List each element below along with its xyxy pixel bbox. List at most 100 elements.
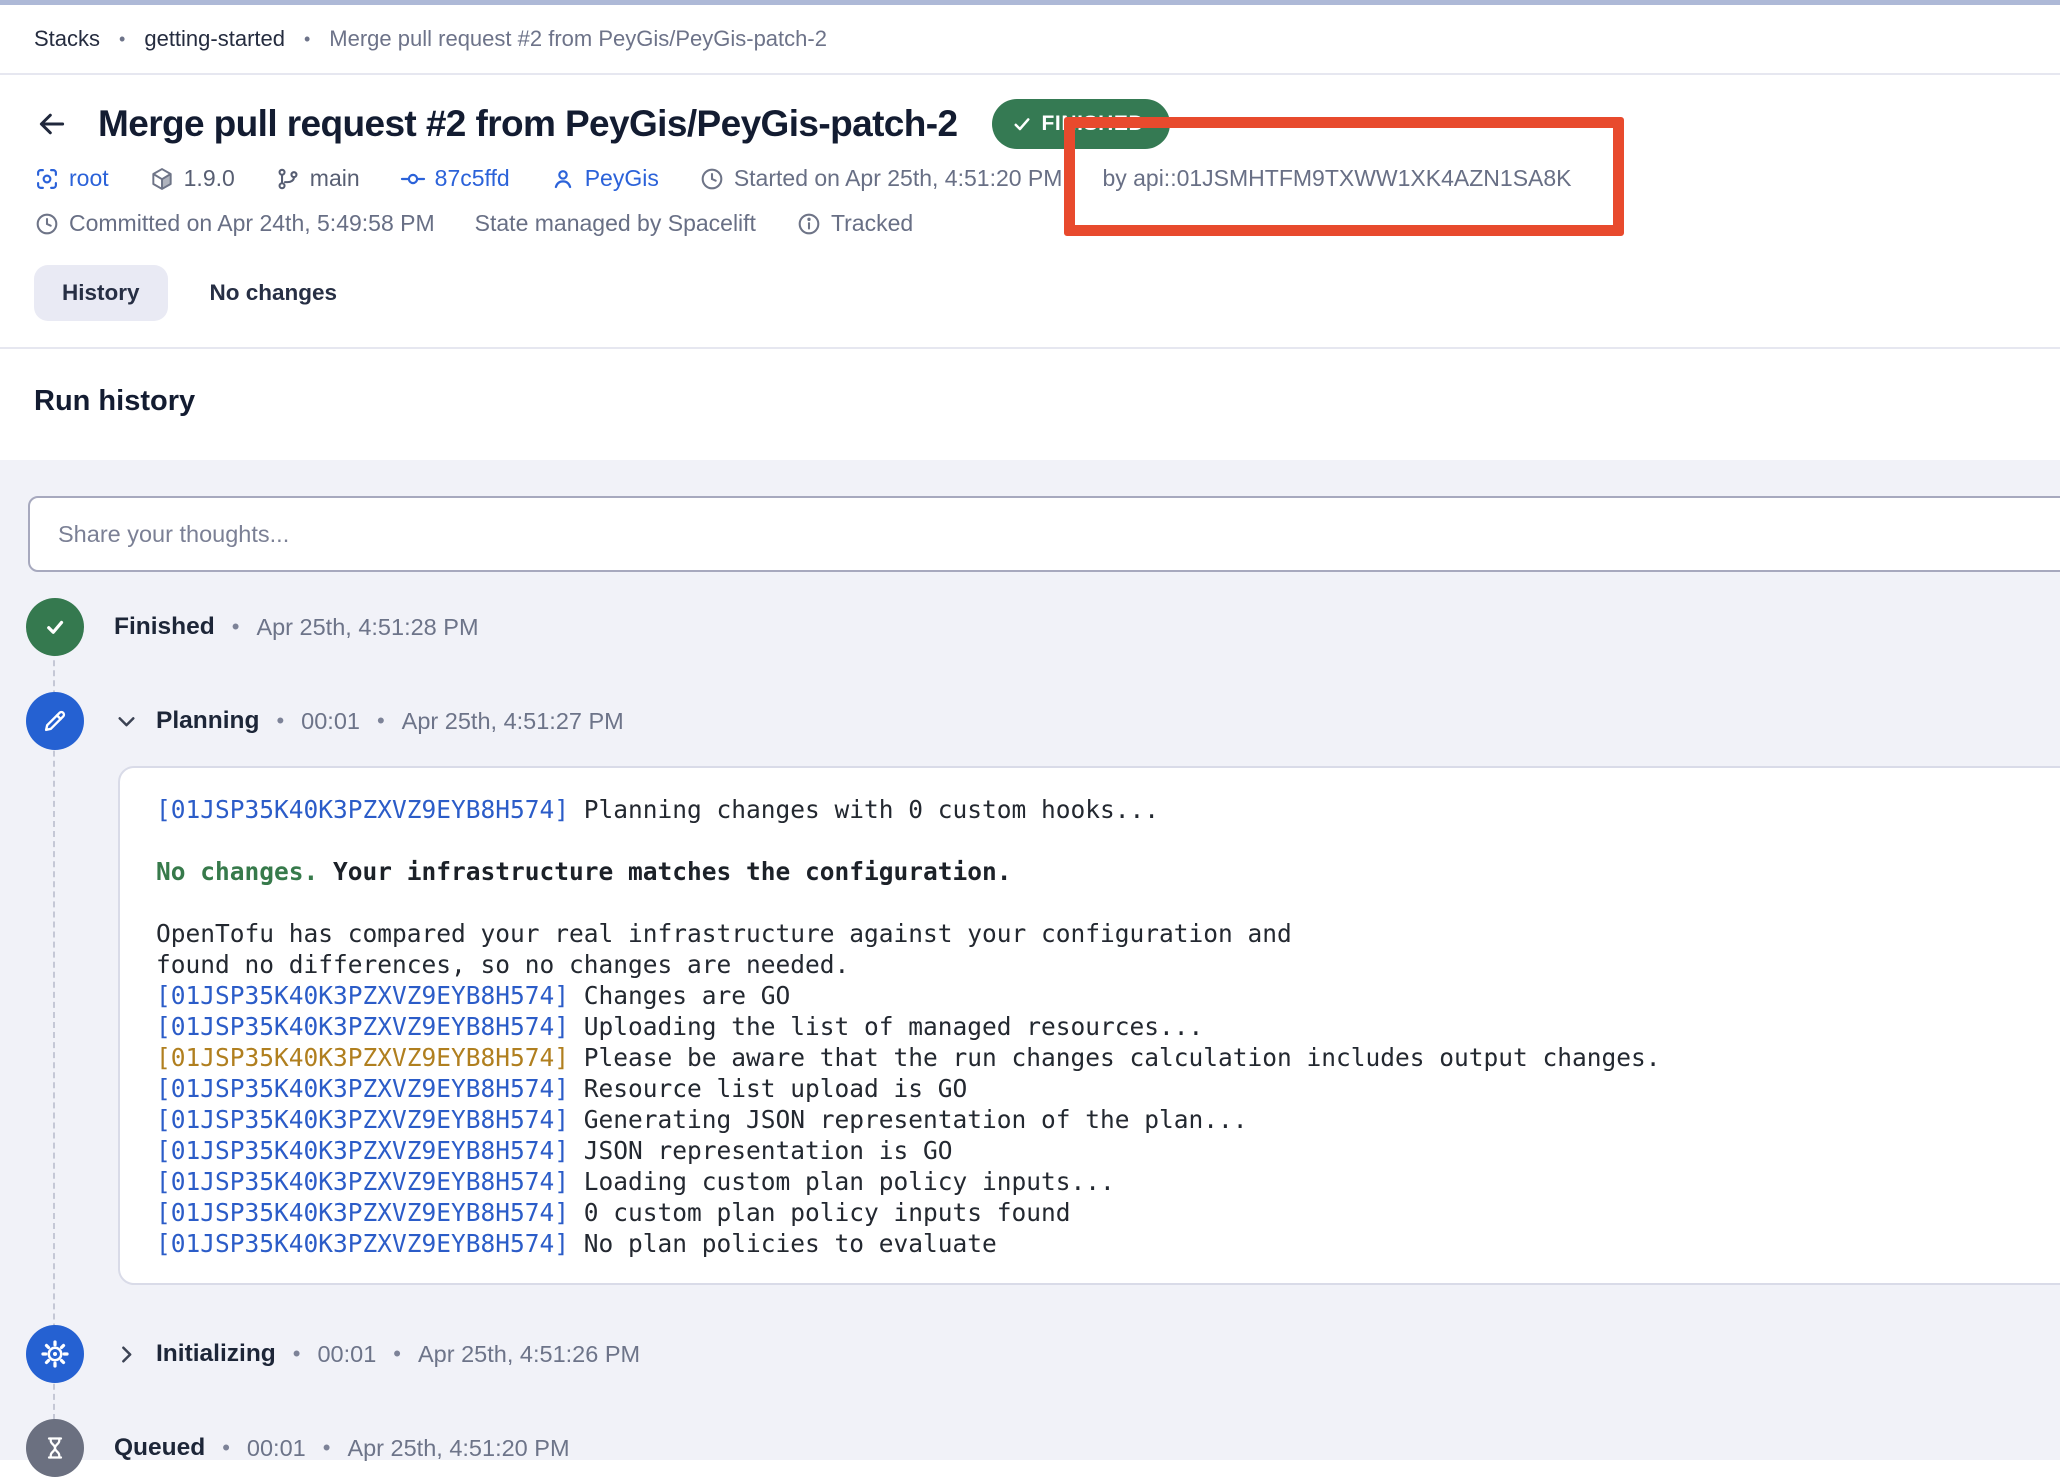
- author-link[interactable]: PeyGis: [550, 165, 659, 192]
- status-badge: FINISHED: [992, 99, 1171, 149]
- comment-input[interactable]: [28, 496, 2060, 572]
- run-header: Merge pull request #2 from PeyGis/PeyGis…: [0, 75, 2060, 349]
- breadcrumb-current-run: Merge pull request #2 from PeyGis/PeyGis…: [329, 26, 827, 52]
- log-line-prefix: No changes.: [156, 857, 318, 886]
- log-line-text: Generating JSON representation of the pl…: [569, 1105, 1248, 1134]
- timeline-row-planning: Planning 00:01 Apr 25th, 4:51:27 PM: [0, 692, 2060, 750]
- log-line-prefix: [01JSP35K40K3PZXVZ9EYB8H574]: [156, 1167, 569, 1196]
- log-line: OpenTofu has compared your real infrastr…: [156, 918, 2060, 949]
- timeline-timestamp: Apr 25th, 4:51:26 PM: [418, 1341, 640, 1368]
- breadcrumb-separator: •: [304, 29, 310, 50]
- chevron-right-icon[interactable]: [114, 1342, 139, 1367]
- commit-icon: [400, 166, 426, 192]
- log-line: [01JSP35K40K3PZXVZ9EYB8H574] Resource li…: [156, 1073, 2060, 1104]
- breadcrumb-separator: •: [119, 29, 125, 50]
- log-line-text: Please be aware that the run changes cal…: [569, 1043, 1661, 1072]
- breadcrumb-stack-name[interactable]: getting-started: [144, 26, 285, 52]
- version-badge: 1.9.0: [149, 165, 235, 192]
- breadcrumb-stacks[interactable]: Stacks: [34, 26, 100, 52]
- branch-label: main: [310, 165, 360, 192]
- queued-hourglass-icon: [26, 1419, 84, 1477]
- timeline-duration: 00:01: [317, 1341, 376, 1368]
- log-line: [01JSP35K40K3PZXVZ9EYB8H574] Uploading t…: [156, 1011, 2060, 1042]
- tab-no-changes[interactable]: No changes: [210, 280, 338, 306]
- timeline-timestamp: Apr 25th, 4:51:27 PM: [402, 708, 624, 735]
- branch-icon: [275, 166, 301, 192]
- log-line-text: No plan policies to evaluate: [569, 1229, 997, 1258]
- state-managed: State managed by Spacelift: [475, 210, 756, 237]
- log-line-text: Loading custom plan policy inputs...: [569, 1167, 1115, 1196]
- check-icon: [1012, 114, 1032, 134]
- run-type: Tracked: [796, 210, 913, 237]
- log-line-text: OpenTofu has compared your real infrastr…: [156, 919, 1292, 948]
- run-history-heading: Run history: [34, 385, 2026, 418]
- started-at: Started on Apr 25th, 4:51:20 PM: [699, 165, 1063, 192]
- state-managed-label: State managed by Spacelift: [475, 210, 756, 237]
- initializing-gear-icon: [26, 1325, 84, 1383]
- initializing-row-head[interactable]: Initializing 00:01 Apr 25th, 4:51:26 PM: [114, 1340, 640, 1368]
- log-line: [01JSP35K40K3PZXVZ9EYB8H574] JSON repres…: [156, 1135, 2060, 1166]
- log-line-text: JSON representation is GO: [569, 1136, 953, 1165]
- log-line-text: Planning changes with 0 custom hooks...: [569, 795, 1159, 824]
- log-line-prefix: [01JSP35K40K3PZXVZ9EYB8H574]: [156, 795, 569, 824]
- timeline-timestamp: Apr 25th, 4:51:28 PM: [256, 614, 478, 641]
- info-icon: [796, 211, 822, 237]
- committed-at-label: Committed on Apr 24th, 5:49:58 PM: [69, 210, 435, 237]
- planning-row-head[interactable]: Planning 00:01 Apr 25th, 4:51:27 PM: [114, 707, 624, 735]
- user-icon: [550, 166, 576, 192]
- separator-dot: [232, 614, 240, 640]
- log-line-text: Your infrastructure matches the configur…: [318, 857, 1011, 886]
- log-line: [01JSP35K40K3PZXVZ9EYB8H574] Please be a…: [156, 1042, 2060, 1073]
- commit-link[interactable]: 87c5ffd: [400, 165, 510, 192]
- separator-dot: [222, 1435, 230, 1461]
- commit-label: 87c5ffd: [435, 165, 510, 192]
- log-line-prefix: [01JSP35K40K3PZXVZ9EYB8H574]: [156, 1043, 569, 1072]
- run-meta-row-2: Committed on Apr 24th, 5:49:58 PM State …: [34, 210, 2060, 237]
- queued-row-head: Queued 00:01 Apr 25th, 4:51:20 PM: [114, 1434, 570, 1462]
- planning-pencil-icon: [26, 692, 84, 750]
- planning-log-panel[interactable]: [01JSP35K40K3PZXVZ9EYB8H574] Planning ch…: [118, 766, 2060, 1285]
- stack-link[interactable]: root: [34, 165, 109, 192]
- log-line: [01JSP35K40K3PZXVZ9EYB8H574] Loading cus…: [156, 1166, 2060, 1197]
- timeline-timestamp: Apr 25th, 4:51:20 PM: [347, 1435, 569, 1462]
- tab-history[interactable]: History: [34, 265, 168, 321]
- stack-label: root: [69, 165, 109, 192]
- log-line-text: Uploading the list of managed resources.…: [569, 1012, 1203, 1041]
- chevron-down-icon[interactable]: [114, 709, 139, 734]
- separator-dot: [276, 708, 284, 734]
- timeline-duration: 00:01: [301, 708, 360, 735]
- log-line-prefix: [01JSP35K40K3PZXVZ9EYB8H574]: [156, 981, 569, 1010]
- version-label: 1.9.0: [184, 165, 235, 192]
- log-line-prefix: [01JSP35K40K3PZXVZ9EYB8H574]: [156, 1074, 569, 1103]
- clock-icon: [699, 166, 725, 192]
- page-title: Merge pull request #2 from PeyGis/PeyGis…: [98, 103, 958, 145]
- log-line: [01JSP35K40K3PZXVZ9EYB8H574] Generating …: [156, 1104, 2060, 1135]
- log-line: [01JSP35K40K3PZXVZ9EYB8H574] Changes are…: [156, 980, 2060, 1011]
- back-button[interactable]: [34, 106, 70, 142]
- log-line-prefix: [01JSP35K40K3PZXVZ9EYB8H574]: [156, 1229, 569, 1258]
- finished-row-head: Finished Apr 25th, 4:51:28 PM: [114, 613, 479, 641]
- log-line-text: found no differences, so no changes are …: [156, 950, 849, 979]
- author-label: PeyGis: [585, 165, 659, 192]
- cube-icon: [149, 166, 175, 192]
- log-line-text: 0 custom plan policy inputs found: [569, 1198, 1071, 1227]
- timeline-row-queued: Queued 00:01 Apr 25th, 4:51:20 PM: [0, 1419, 2060, 1477]
- separator-dot: [323, 1435, 331, 1461]
- stack-icon: [34, 166, 60, 192]
- timeline-label: Planning: [156, 707, 259, 735]
- separator-dot: [293, 1341, 301, 1367]
- timeline-row-finished: Finished Apr 25th, 4:51:28 PM: [0, 598, 2060, 656]
- separator-dot: [377, 708, 385, 734]
- started-at-label: Started on Apr 25th, 4:51:20 PM: [734, 165, 1063, 192]
- log-line-text: Changes are GO: [569, 981, 790, 1010]
- timeline-label: Queued: [114, 1434, 205, 1462]
- status-badge-label: FINISHED: [1042, 112, 1145, 136]
- back-arrow-icon: [35, 107, 69, 141]
- committed-at: Committed on Apr 24th, 5:49:58 PM: [34, 210, 435, 237]
- triggered-by-label: by api::01JSMHTFM9TXWW1XK4AZN1SA8K: [1102, 165, 1571, 192]
- run-tabs: History No changes: [34, 265, 2060, 321]
- log-line: [156, 825, 2060, 856]
- timeline-label: Initializing: [156, 1340, 276, 1368]
- log-line-prefix: [01JSP35K40K3PZXVZ9EYB8H574]: [156, 1136, 569, 1165]
- log-line-text: Resource list upload is GO: [569, 1074, 967, 1103]
